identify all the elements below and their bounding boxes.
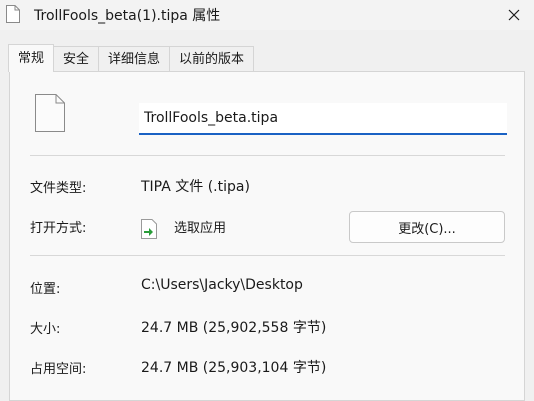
close-button[interactable] — [494, 0, 534, 30]
tab-previous-versions[interactable]: 以前的版本 — [169, 46, 255, 72]
change-button[interactable]: 更改(C)... — [349, 211, 505, 243]
tab-details[interactable]: 详细信息 — [98, 46, 171, 72]
tab-bar: 常规 安全 详细信息 以前的版本 — [8, 44, 255, 72]
file-type-value: TIPA 文件 (.tipa) — [141, 179, 250, 195]
window-title: TrollFools_beta(1).tipa 属性 — [34, 8, 221, 24]
title-bar: TrollFools_beta(1).tipa 属性 — [0, 0, 534, 30]
tab-general[interactable]: 常规 — [8, 44, 55, 72]
file-icon — [6, 5, 20, 23]
file-icon — [35, 94, 65, 132]
open-with-app: 选取应用 — [174, 221, 227, 236]
file-type-label: 文件类型: — [30, 181, 87, 196]
size-on-disk-value: 24.7 MB (25,903,104 字节) — [141, 360, 327, 376]
divider — [30, 255, 505, 256]
tab-security[interactable]: 安全 — [53, 46, 100, 72]
size-label: 大小: — [30, 322, 61, 337]
file-name-input[interactable] — [139, 103, 507, 135]
close-icon — [508, 9, 520, 21]
location-label: 位置: — [30, 282, 61, 297]
size-on-disk-label: 占用空间: — [30, 362, 87, 377]
size-value: 24.7 MB (25,902,558 字节) — [141, 320, 327, 336]
open-with-label: 打开方式: — [30, 221, 87, 236]
green-arrow-app-icon — [141, 219, 157, 239]
location-value: C:\Users\Jacky\Desktop — [141, 277, 303, 293]
divider — [30, 155, 505, 156]
